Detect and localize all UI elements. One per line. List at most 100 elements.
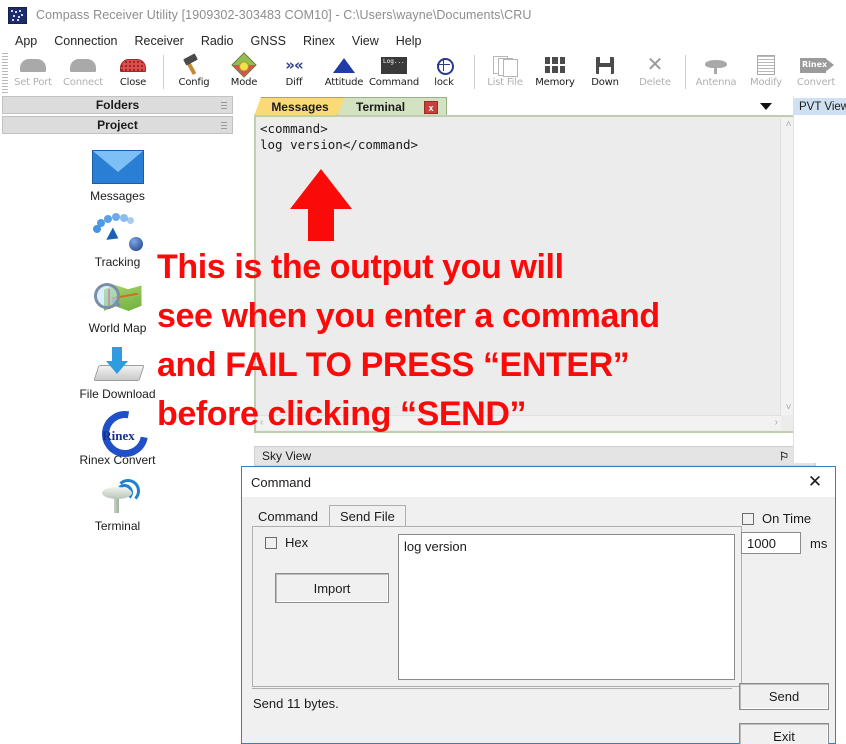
tab-label: Command	[258, 508, 318, 524]
tab-command[interactable]: Command	[252, 505, 329, 527]
tracking-icon	[91, 212, 145, 254]
antenna-icon	[700, 54, 732, 76]
menu-item-receiver[interactable]: Receiver	[127, 32, 193, 50]
toolbar-button-list-file[interactable]: List File	[480, 52, 530, 94]
toolbar-label: Diff	[285, 77, 303, 88]
sidebar-item-messages[interactable]: Messages	[0, 146, 235, 203]
toolbar-label: Memory	[535, 77, 575, 88]
toolbar-label: Close	[119, 77, 147, 88]
toolbar-button-setup[interactable]: Rinex Setup	[841, 52, 846, 94]
menu-item-radio[interactable]: Radio	[193, 32, 243, 50]
toolbar-button-connect[interactable]: Connect	[58, 52, 108, 94]
terminal-icon	[92, 476, 144, 518]
hex-checkbox-row[interactable]: Hex	[265, 535, 308, 550]
menu-item-app[interactable]: App	[7, 32, 46, 50]
tab-messages[interactable]: Messages	[254, 97, 346, 116]
toolbar-button-convert[interactable]: Rinex Convert	[791, 52, 841, 94]
toolbar-label: lock	[434, 77, 454, 88]
scroll-right-icon[interactable]: ›	[775, 416, 778, 430]
dialog-body: Command Send File Hex Import log version…	[242, 497, 835, 744]
sidebar-header-folders[interactable]: Folders	[2, 96, 233, 114]
menu-item-connection[interactable]: Connection	[46, 32, 126, 50]
rinex-arrow-text: Rinex	[802, 59, 828, 69]
toolbar-button-attitude[interactable]: Attitude	[319, 52, 369, 94]
sidebar-item-rinex-convert[interactable]: Rinex Rinex Convert	[0, 401, 235, 467]
toolbar-button-diff[interactable]: »« Diff	[269, 52, 319, 94]
toolbar-button-delete[interactable]: ✕ Delete	[630, 52, 680, 94]
tab-pvt-view[interactable]: PVT View	[794, 98, 846, 115]
menu-item-gnss[interactable]: GNSS	[243, 32, 295, 50]
sidebar-item-file-download[interactable]: File Download	[0, 344, 235, 401]
scroll-up-icon[interactable]: ˄	[786, 118, 792, 132]
sidebar-header-project[interactable]: Project	[2, 116, 233, 134]
sidebar-header-label: Folders	[95, 98, 140, 112]
menu-item-rinex[interactable]: Rinex	[295, 32, 344, 50]
menu-item-view[interactable]: View	[344, 32, 388, 50]
skyview-panel-header[interactable]: Sky View ⚐ x	[254, 446, 816, 466]
toolbar-button-antenna[interactable]: Antenna	[691, 52, 741, 94]
toolbar-label: Mode	[230, 77, 258, 88]
scroll-left-icon[interactable]: ‹	[260, 416, 263, 430]
toolbar-button-set-port[interactable]: Set Port	[8, 52, 58, 94]
interval-input[interactable]: 1000	[741, 532, 801, 554]
tab-label: Send File	[339, 509, 395, 524]
pvt-view-label: PVT View	[799, 100, 846, 113]
import-button[interactable]: Import	[275, 573, 389, 603]
toolbar-separator	[163, 55, 164, 89]
hex-checkbox[interactable]	[265, 536, 277, 549]
tab-close-icon[interactable]: x	[424, 101, 438, 114]
menu-bar: App Connection Receiver Radio GNSS Rinex…	[0, 30, 846, 52]
on-time-checkbox-label: On Time	[762, 511, 812, 526]
menu-item-help[interactable]: Help	[388, 32, 431, 50]
toolbar-label: Command	[369, 77, 419, 88]
toolbar-label: Attitude	[324, 77, 364, 88]
sidebar-item-tracking[interactable]: Tracking	[0, 212, 235, 269]
application-window: Compass Receiver Utility [1909302-303483…	[0, 0, 846, 744]
toolbar-button-modify[interactable]: Modify	[741, 52, 791, 94]
dialog-title-bar: Command ✕	[242, 467, 835, 497]
command-text-input[interactable]: log version	[398, 534, 735, 680]
toolbar-button-lock[interactable]: lock	[419, 52, 469, 94]
dialog-status-text: Send 11 bytes.	[253, 696, 339, 711]
rinex-icon-text: Rinex	[102, 428, 135, 443]
title-bar: Compass Receiver Utility [1909302-303483…	[0, 0, 846, 30]
toolbar-label: Connect	[63, 77, 103, 88]
port-red-icon	[117, 54, 149, 76]
toolbar-button-down[interactable]: Down	[580, 52, 630, 94]
tab-label: Terminal	[356, 100, 406, 114]
toolbar-button-close[interactable]: Close	[108, 52, 158, 94]
on-time-checkbox[interactable]	[742, 512, 754, 525]
compass-app-icon	[8, 6, 27, 24]
memory-icon	[539, 54, 571, 76]
tab-send-file[interactable]: Send File	[328, 505, 406, 527]
sidebar: Folders Project Messages Tracking World …	[0, 96, 235, 744]
file-download-icon	[92, 344, 145, 386]
sidebar-item-label: Messages	[90, 189, 145, 203]
toolbar-separator	[685, 55, 686, 89]
toolbar-label: List File	[487, 77, 523, 88]
dialog-title: Command	[251, 474, 311, 490]
send-button[interactable]: Send	[739, 683, 829, 710]
dialog-divider	[252, 688, 732, 689]
command-dialog: Command ✕ Command Send File Hex Import l…	[241, 466, 836, 744]
rinex-convert-icon: Rinex	[92, 401, 157, 467]
tab-list-dropdown-icon[interactable]	[757, 98, 775, 114]
toolbar-label: Set Port	[14, 77, 52, 88]
scroll-down-icon[interactable]: ˅	[786, 401, 792, 415]
exit-button[interactable]: Exit	[739, 723, 829, 744]
close-icon[interactable]: ✕	[805, 472, 825, 491]
x-icon: ✕	[646, 54, 664, 76]
sidebar-item-world-map[interactable]: World Map	[0, 278, 235, 335]
tab-terminal[interactable]: Terminal x	[337, 97, 447, 116]
mail-icon	[91, 146, 144, 188]
toolbar-button-memory[interactable]: Memory	[530, 52, 580, 94]
toolbar-button-command[interactable]: Command	[369, 52, 419, 94]
on-time-checkbox-row[interactable]: On Time	[742, 511, 811, 526]
sidebar-item-terminal[interactable]: Terminal	[0, 476, 235, 533]
toolbar-button-mode[interactable]: Mode	[219, 52, 269, 94]
tab-label: Messages	[271, 100, 329, 114]
pin-icon[interactable]: ⚐	[779, 450, 789, 463]
sidebar-item-label: File Download	[79, 387, 156, 401]
toolbar-button-config[interactable]: Config	[169, 52, 219, 94]
terminal-horizontal-scrollbar[interactable]: ‹ ›	[257, 415, 781, 430]
